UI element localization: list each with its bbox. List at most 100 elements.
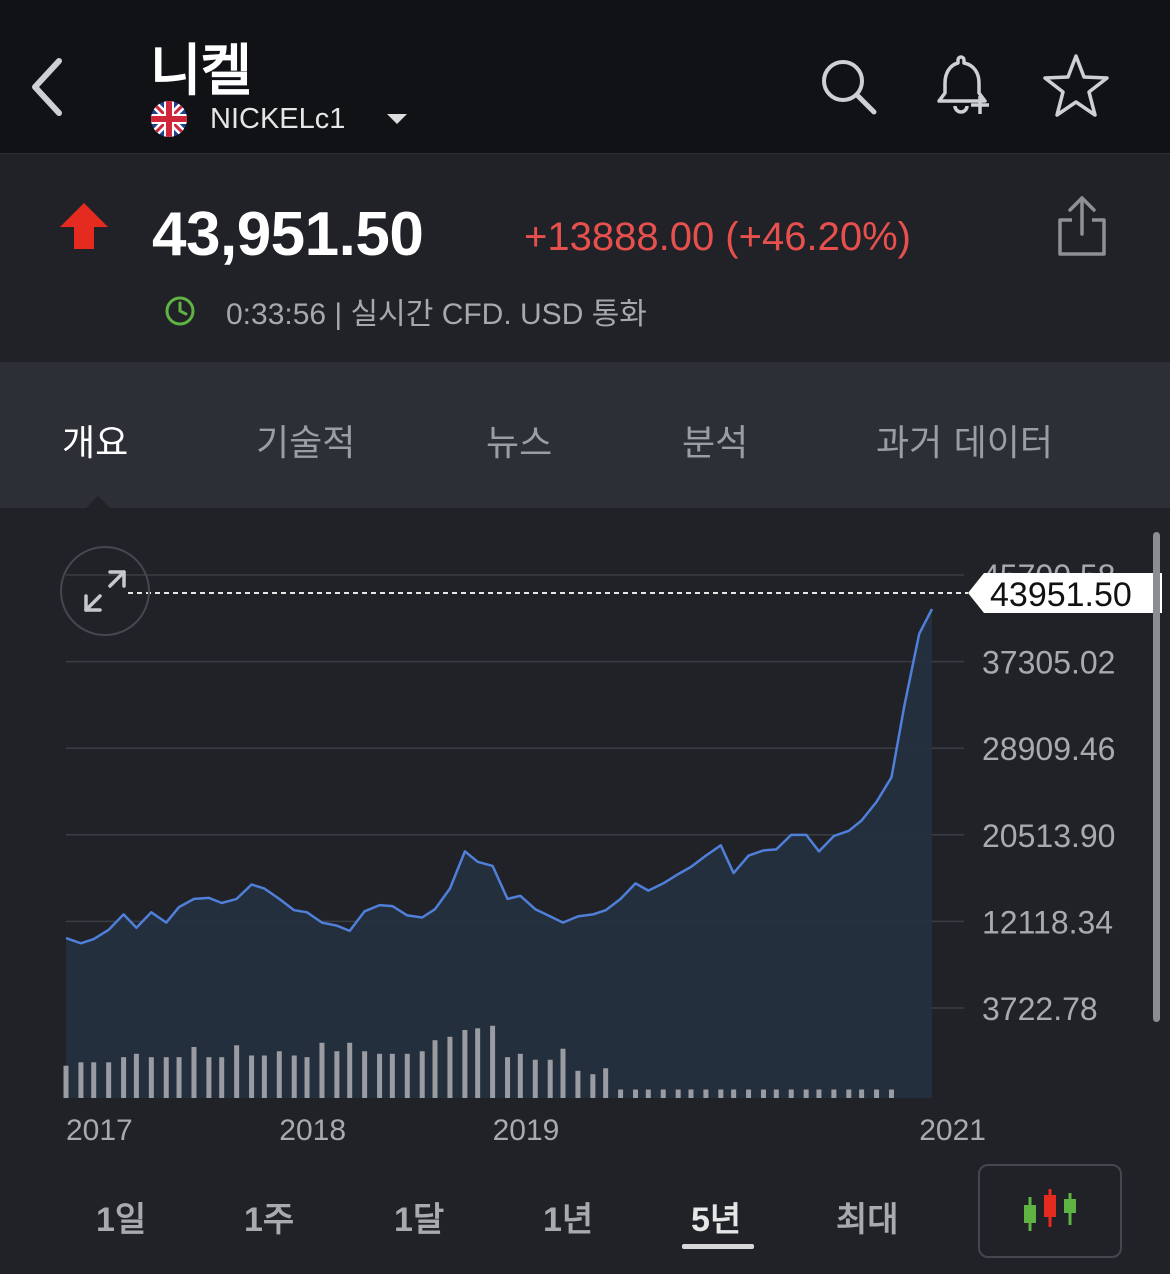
volume-bar: [718, 1089, 724, 1098]
volume-bar: [675, 1089, 681, 1098]
volume-bar: [688, 1089, 694, 1098]
tab-news[interactable]: 뉴스: [486, 414, 552, 466]
volume-bar: [362, 1051, 368, 1098]
expand-icon: [84, 570, 126, 612]
tab-overview[interactable]: 개요: [62, 414, 128, 466]
period-1y[interactable]: 1년: [543, 1192, 593, 1241]
active-tab-pointer: [86, 496, 110, 508]
volume-bar: [276, 1051, 282, 1098]
price-chart[interactable]: 45700.5837305.0228909.4620513.9012118.34…: [0, 508, 1170, 1148]
volume-bar: [304, 1057, 310, 1098]
back-button[interactable]: [22, 52, 72, 122]
volume-bar: [389, 1053, 395, 1098]
chart-type-button[interactable]: [978, 1164, 1122, 1258]
price-change: +13888.00 (+46.20%): [524, 215, 911, 259]
volume-bar: [63, 1065, 69, 1098]
volume-bar: [475, 1028, 481, 1098]
tab-technical[interactable]: 기술적: [256, 414, 355, 466]
volume-bar: [78, 1062, 84, 1098]
volume-bar: [731, 1089, 737, 1098]
symbol-label: NICKELc1: [210, 102, 346, 135]
x-tick-label: 2021: [919, 1114, 986, 1147]
chevron-left-icon: [32, 58, 62, 116]
volume-bar: [590, 1074, 596, 1098]
tab-historical-data[interactable]: 과거 데이터: [876, 414, 1053, 466]
share-button[interactable]: [1052, 191, 1112, 261]
volume-bar: [618, 1089, 624, 1098]
volume-bar: [121, 1057, 127, 1098]
period-5y[interactable]: 5년: [691, 1192, 741, 1241]
x-tick-label: 2019: [493, 1114, 560, 1147]
y-tick-label: 37305.02: [982, 645, 1115, 681]
volume-bar: [816, 1089, 822, 1098]
volume-bar: [206, 1057, 212, 1098]
volume-bar: [490, 1025, 496, 1098]
volume-bar: [234, 1045, 240, 1098]
volume-bar: [419, 1051, 425, 1098]
volume-bar: [575, 1070, 581, 1098]
search-button[interactable]: [812, 50, 884, 122]
volume-bar: [831, 1089, 837, 1098]
share-icon: [1058, 196, 1106, 256]
volume-bar: [319, 1042, 325, 1098]
app-header: 니켈 NICKELc1: [0, 0, 1170, 154]
star-icon: [1043, 54, 1109, 117]
volume-bar: [219, 1057, 225, 1098]
volume-bar: [660, 1089, 666, 1098]
volume-bar: [447, 1036, 453, 1098]
volume-bar: [191, 1047, 197, 1098]
volume-bar: [859, 1089, 865, 1098]
volume-bar: [532, 1059, 538, 1098]
volume-bar: [334, 1051, 340, 1098]
x-tick-label: 2017: [66, 1114, 133, 1147]
alert-button[interactable]: [926, 50, 998, 122]
volume-bar: [148, 1057, 154, 1098]
volume-bar: [249, 1055, 255, 1098]
volume-bar: [347, 1042, 353, 1098]
uk-flag-icon: [151, 101, 187, 137]
volume-bar: [462, 1030, 468, 1098]
volume-bar: [645, 1089, 651, 1098]
volume-bar: [291, 1055, 297, 1098]
search-icon: [822, 60, 877, 115]
chart-canvas: 45700.5837305.0228909.4620513.9012118.34…: [63, 558, 1162, 1147]
volume-bar: [760, 1089, 766, 1098]
volume-bar: [888, 1089, 894, 1098]
volume-bar: [91, 1062, 97, 1098]
price-area-fill: [66, 609, 932, 1098]
last-price: 43,951.50: [152, 200, 424, 269]
period-1d[interactable]: 1일: [96, 1192, 146, 1241]
expand-chart-button[interactable]: [60, 546, 150, 636]
volume-bar: [560, 1048, 566, 1098]
volume-bar: [788, 1089, 794, 1098]
volume-bar: [703, 1089, 709, 1098]
volume-bar: [517, 1053, 523, 1098]
tab-analysis[interactable]: 분석: [682, 414, 748, 466]
section-tabs: 개요 기술적 뉴스 분석 과거 데이터: [0, 362, 1170, 508]
volume-bar: [176, 1057, 182, 1098]
favorite-button[interactable]: [1040, 50, 1112, 122]
period-1w[interactable]: 1주: [244, 1192, 294, 1241]
last-price-label: 43951.50: [990, 576, 1132, 614]
volume-bar: [377, 1053, 383, 1098]
y-tick-label: 28909.46: [982, 731, 1115, 767]
volume-bar: [874, 1089, 880, 1098]
volume-bar: [773, 1089, 779, 1098]
volume-bar: [547, 1059, 553, 1098]
chart-scrollbar[interactable]: [1153, 532, 1160, 1022]
volume-bar: [803, 1089, 809, 1098]
volume-bar: [505, 1057, 511, 1098]
y-tick-label: 12118.34: [982, 904, 1113, 940]
volume-bar: [603, 1068, 609, 1098]
quote-status: 0:33:56 | 실시간 CFD. USD 통화: [164, 289, 647, 333]
symbol-selector[interactable]: NICKELc1: [150, 100, 408, 138]
volume-bar: [746, 1089, 752, 1098]
volume-bar: [163, 1057, 169, 1098]
y-tick-label: 20513.90: [982, 818, 1115, 854]
volume-bar: [404, 1053, 410, 1098]
volume-bar: [432, 1040, 438, 1098]
period-1m[interactable]: 1달: [394, 1192, 444, 1241]
period-selector: 1일 1주 1달 1년 5년 최대: [0, 1150, 1170, 1274]
period-max[interactable]: 최대: [836, 1192, 899, 1241]
volume-bar: [261, 1055, 267, 1098]
